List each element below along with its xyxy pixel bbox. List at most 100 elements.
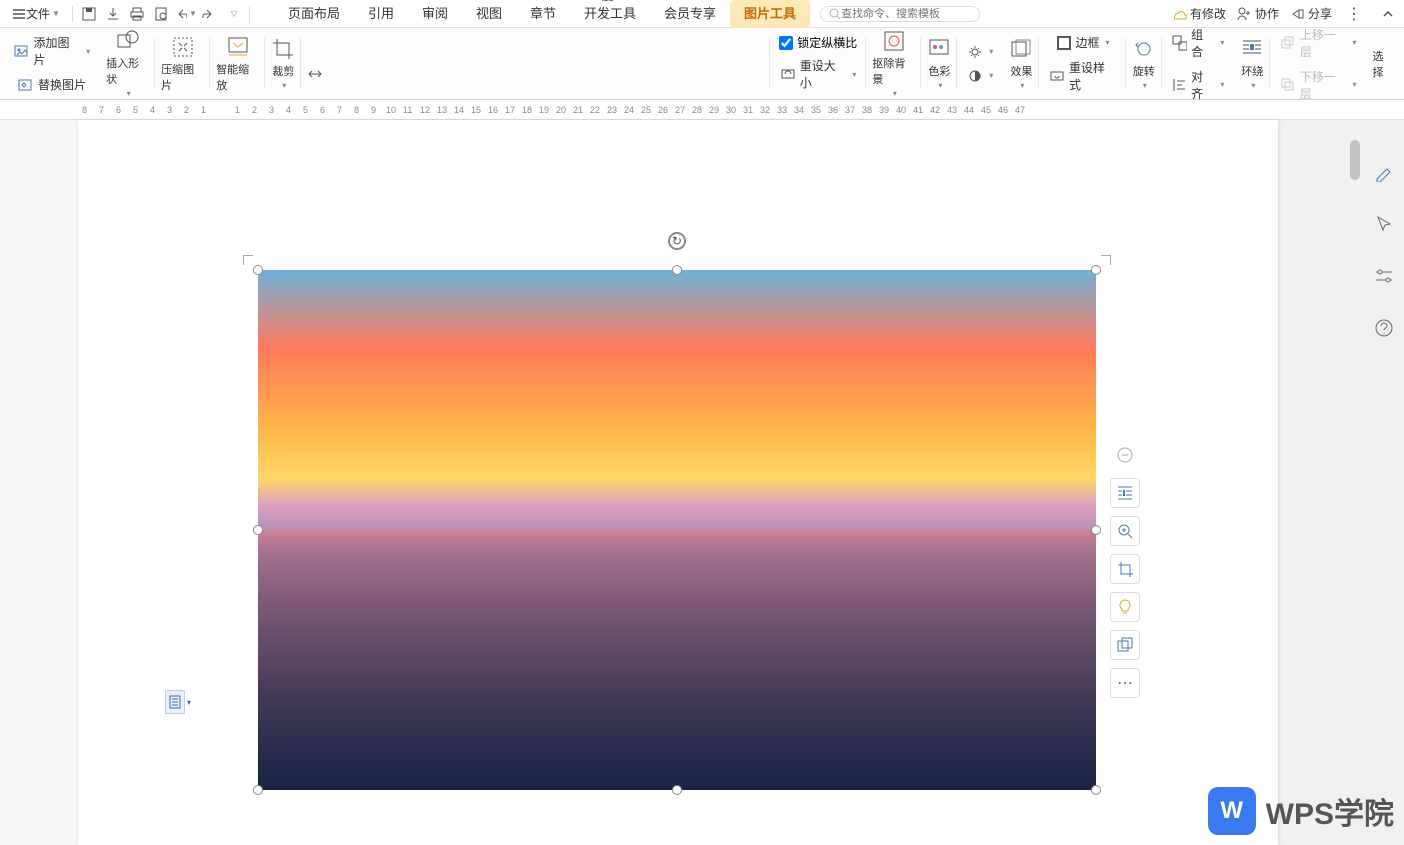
- cloud-icon: [1171, 6, 1187, 22]
- compress-picture-button[interactable]: 压缩图片: [161, 35, 204, 93]
- crop-icon: [271, 37, 295, 61]
- undo-icon[interactable]: ▼: [173, 2, 197, 26]
- move-up-icon: [1280, 35, 1296, 51]
- layout-options-icon[interactable]: [1110, 478, 1140, 508]
- sun-icon: [967, 44, 983, 60]
- more-tools-icon[interactable]: ⋯: [1110, 668, 1140, 698]
- left-gutter: [0, 120, 78, 845]
- resize-handle-tr[interactable]: [1091, 265, 1101, 275]
- crop-mark-tr: [1101, 255, 1111, 265]
- resize-handle-l[interactable]: [253, 525, 263, 535]
- help-tool-icon[interactable]: [1372, 316, 1396, 340]
- user-plus-icon: [1236, 6, 1252, 22]
- resize-handle-t[interactable]: [672, 265, 682, 275]
- add-picture-icon: [14, 43, 30, 59]
- layout-toggle-button[interactable]: [165, 690, 185, 714]
- move-up-button: 上移一层▾: [1276, 24, 1360, 62]
- wrap-button[interactable]: 环绕▾: [1240, 37, 1264, 90]
- collab-button[interactable]: 协作: [1236, 5, 1279, 22]
- export-icon[interactable]: [101, 2, 125, 26]
- height-icon: [307, 0, 598, 62]
- border-button[interactable]: 边框▾: [1052, 32, 1114, 53]
- cursor-tool-icon[interactable]: [1372, 212, 1396, 236]
- resize-handle-tl[interactable]: [253, 265, 263, 275]
- file-menu[interactable]: 文件 ▼: [4, 5, 68, 22]
- resize-handle-b[interactable]: [672, 785, 682, 795]
- effect-icon: [1009, 37, 1033, 61]
- collapse-tools-icon[interactable]: [1110, 440, 1140, 470]
- behind-tool-icon[interactable]: [1110, 630, 1140, 660]
- group-button[interactable]: 组合▾: [1168, 24, 1229, 62]
- contrast-icon: [967, 68, 983, 84]
- resize-handle-bl[interactable]: [253, 785, 263, 795]
- replace-picture-button[interactable]: 替换图片: [14, 74, 90, 95]
- more-menu-icon[interactable]: ⋮: [1342, 2, 1366, 26]
- save-icon[interactable]: [77, 2, 101, 26]
- brightness-button[interactable]: ▾: [963, 42, 997, 62]
- effect-button[interactable]: 效果▾: [1009, 37, 1033, 90]
- print-icon[interactable]: [125, 2, 149, 26]
- sunset-image: [258, 270, 1096, 790]
- zoom-tool-icon[interactable]: [1110, 516, 1140, 546]
- command-search[interactable]: [820, 6, 980, 22]
- scrollbar-thumb[interactable]: [1350, 140, 1360, 180]
- contrast-button[interactable]: ▾: [963, 66, 997, 86]
- search-icon: [829, 8, 841, 20]
- layout-icon: [169, 695, 181, 709]
- collapse-ribbon-icon[interactable]: [1376, 2, 1400, 26]
- reset-size-button[interactable]: 重设大小▾: [776, 55, 860, 93]
- move-down-icon: [1280, 77, 1296, 93]
- settings-tool-icon[interactable]: [1372, 264, 1396, 288]
- more-quick-icon[interactable]: ▽: [221, 2, 245, 26]
- wps-watermark: W WPS学院: [1208, 787, 1394, 835]
- select-button[interactable]: 选择: [1373, 48, 1395, 80]
- selected-image[interactable]: [258, 270, 1096, 790]
- share-button[interactable]: 分享: [1289, 5, 1332, 22]
- crop-mark-tl: [243, 255, 253, 265]
- rotate-icon: [1132, 37, 1156, 61]
- document-page[interactable]: [78, 120, 1278, 845]
- crop-tool-icon[interactable]: [1110, 554, 1140, 584]
- resize-handle-r[interactable]: [1091, 525, 1101, 535]
- align-icon: [1172, 77, 1187, 93]
- modified-indicator[interactable]: 有修改: [1171, 5, 1226, 22]
- remove-bg-button[interactable]: 抠除背景▾: [872, 29, 915, 98]
- file-menu-label: 文件: [26, 5, 50, 22]
- add-picture-button[interactable]: 添加图片▾: [10, 32, 94, 70]
- lock-ratio-checkbox[interactable]: 锁定纵横比: [779, 34, 857, 51]
- search-input[interactable]: [841, 8, 971, 20]
- vertical-scrollbar[interactable]: [1348, 120, 1362, 845]
- color-icon: [927, 37, 951, 61]
- reset-size-icon: [780, 66, 796, 82]
- right-side-panel: [1364, 120, 1404, 340]
- layout-toggle[interactable]: ▾: [165, 690, 191, 714]
- watermark-text: WPS学院: [1266, 789, 1394, 833]
- floating-image-tools: ⋯: [1110, 440, 1140, 698]
- align-button[interactable]: 对齐▾: [1168, 66, 1229, 104]
- border-icon: [1056, 35, 1072, 51]
- replace-picture-icon: [18, 77, 34, 93]
- shape-icon: [116, 29, 140, 53]
- resize-handle-br[interactable]: [1091, 785, 1101, 795]
- menu-icon: [12, 7, 26, 21]
- rotate-button[interactable]: 旋转▾: [1132, 37, 1156, 90]
- workspace: ▾ ⋯: [0, 120, 1404, 845]
- crop-button[interactable]: 裁剪▾: [271, 37, 295, 90]
- wps-logo-icon: W: [1208, 787, 1256, 835]
- rotate-handle[interactable]: [668, 232, 686, 250]
- share-icon: [1289, 6, 1305, 22]
- smart-zoom-button[interactable]: 智能缩放: [216, 35, 259, 93]
- compress-icon: [171, 35, 195, 59]
- height-label: 高度:: [602, 0, 628, 4]
- pen-tool-icon[interactable]: [1372, 160, 1396, 184]
- reset-style-button[interactable]: 重设样式: [1045, 57, 1119, 95]
- preview-icon[interactable]: [149, 2, 173, 26]
- idea-tool-icon[interactable]: [1110, 592, 1140, 622]
- insert-shape-button[interactable]: 插入形状▾: [106, 29, 149, 98]
- ribbon-toolbar: 添加图片▾ 替换图片 插入形状▾ 压缩图片 智能缩放 裁剪▾: [0, 28, 1404, 100]
- chevron-down-icon: ▼: [52, 9, 60, 18]
- redo-icon[interactable]: [197, 2, 221, 26]
- remove-bg-icon: [882, 29, 906, 53]
- reset-style-icon: [1049, 68, 1065, 84]
- color-button[interactable]: 色彩▾: [927, 37, 951, 90]
